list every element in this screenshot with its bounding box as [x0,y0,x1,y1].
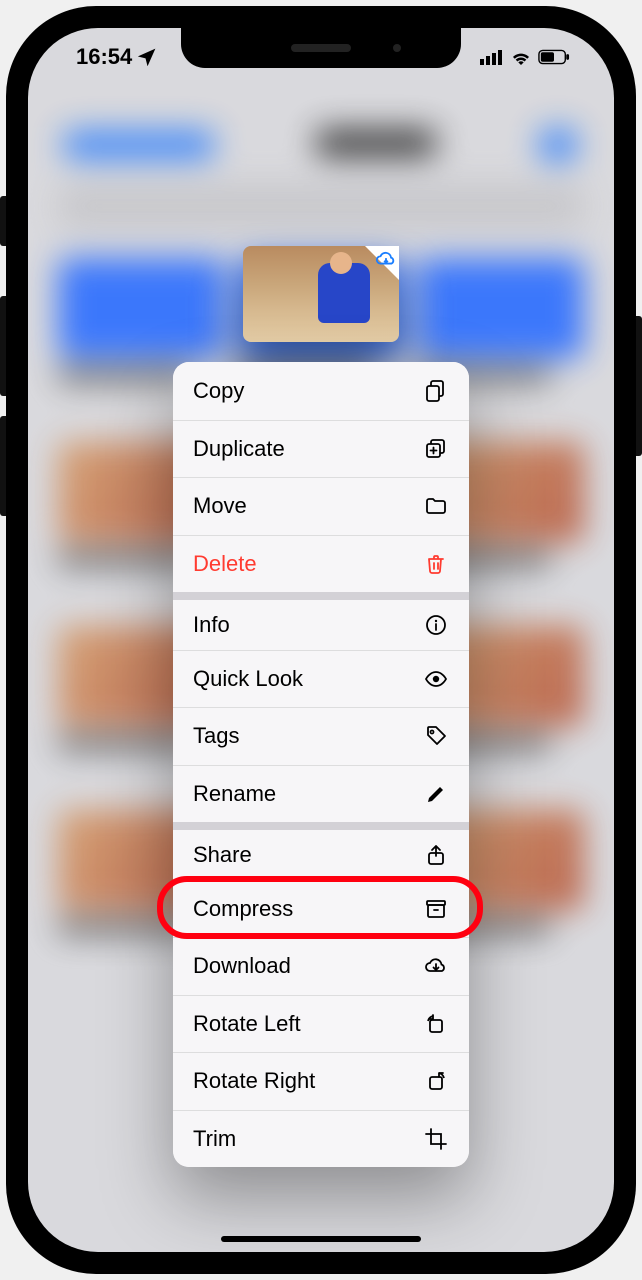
cellular-icon [480,49,504,65]
crop-icon [423,1126,449,1152]
archivebox-icon [423,896,449,922]
cloud-download-icon [423,953,449,979]
menu-item-label: Rename [193,781,276,807]
menu-item-label: Move [193,493,247,519]
menu-item-delete[interactable]: Delete [173,535,469,593]
battery-icon [538,49,570,65]
trash-icon [423,551,449,577]
phone-screen: 16:54 [28,28,614,1252]
menu-item-label: Compress [193,896,293,922]
menu-item-info[interactable]: Info [173,592,469,650]
menu-item-copy[interactable]: Copy [173,362,469,420]
wifi-icon [510,49,532,65]
menu-item-label: Duplicate [193,436,285,462]
plus-square-on-square-icon [423,436,449,462]
context-menu: Copy Duplicate Move Delete Info Quick Look Tag… [173,362,469,1167]
menu-item-trim[interactable]: Trim [173,1110,469,1168]
menu-item-label: Rotate Left [193,1011,301,1037]
phone-frame: 16:54 [6,6,636,1274]
menu-item-download[interactable]: Download [173,937,469,995]
eye-icon [423,666,449,692]
menu-item-label: Copy [193,378,244,404]
menu-item-label: Info [193,612,230,638]
menu-item-label: Trim [193,1126,236,1152]
share-icon [423,842,449,868]
info-circle-icon [423,612,449,638]
location-icon [138,48,156,66]
menu-item-rotateright[interactable]: Rotate Right [173,1052,469,1110]
menu-item-label: Rotate Right [193,1068,315,1094]
folder-icon [423,493,449,519]
pencil-icon [423,781,449,807]
menu-item-label: Quick Look [193,666,303,692]
menu-item-tags[interactable]: Tags [173,707,469,765]
status-time: 16:54 [76,44,132,70]
menu-item-label: Tags [193,723,239,749]
menu-item-quicklook[interactable]: Quick Look [173,650,469,708]
menu-item-duplicate[interactable]: Duplicate [173,420,469,478]
tag-icon [423,723,449,749]
menu-item-label: Delete [193,551,257,577]
menu-item-label: Download [193,953,291,979]
cloud-download-status-icon [375,248,397,275]
menu-item-compress[interactable]: Compress [173,880,469,938]
file-preview-thumbnail[interactable] [243,246,399,342]
doc-on-doc-icon [423,378,449,404]
home-indicator[interactable] [221,1236,421,1242]
menu-item-rename[interactable]: Rename [173,765,469,823]
status-bar: 16:54 [28,42,614,72]
menu-item-share[interactable]: Share [173,822,469,880]
rotate-right-icon [423,1068,449,1094]
menu-item-move[interactable]: Move [173,477,469,535]
menu-item-label: Share [193,842,252,868]
menu-item-rotateleft[interactable]: Rotate Left [173,995,469,1053]
rotate-left-icon [423,1011,449,1037]
